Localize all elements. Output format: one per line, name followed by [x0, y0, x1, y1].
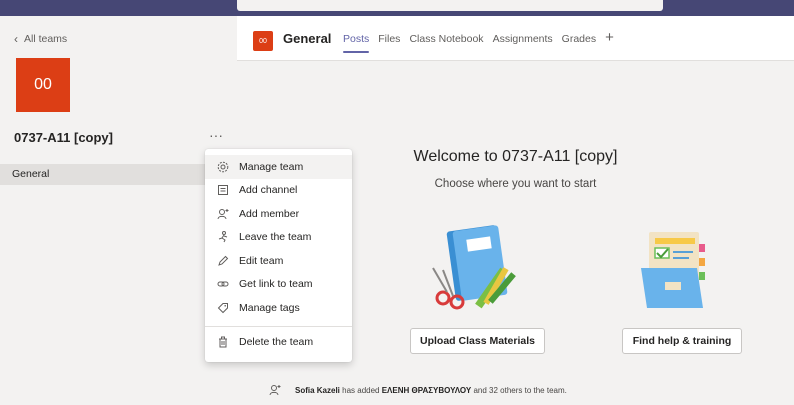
team-avatar-text: 00 — [34, 76, 52, 93]
menu-item-leave-team[interactable]: Leave the team — [205, 226, 352, 250]
all-teams-label: All teams — [24, 33, 68, 45]
find-help-training-button[interactable]: Find help & training — [622, 328, 742, 354]
tab-grades[interactable]: Grades — [562, 33, 596, 53]
tab-class-notebook[interactable]: Class Notebook — [409, 33, 483, 53]
channel-label: General — [12, 168, 50, 180]
top-bar — [0, 0, 794, 16]
channel-avatar: 00 — [253, 31, 273, 51]
add-tab-button[interactable]: + — [605, 29, 614, 53]
menu-item-edit-team[interactable]: Edit team — [205, 249, 352, 273]
search-box[interactable] — [237, 0, 663, 11]
menu-separator — [205, 325, 352, 327]
upload-class-materials-button[interactable]: Upload Class Materials — [410, 328, 545, 354]
menu-item-label: Add member — [239, 207, 300, 220]
team-options-menu: Manage team Add channel Add member Leave… — [205, 149, 352, 362]
activity-text-before: has added — [339, 385, 382, 395]
activity-text: Sofia Kazeli has added ΕΛΕΝΗ ΘΡΑΣΥΒΟΥΛΟΥ… — [295, 386, 567, 395]
menu-item-get-link[interactable]: Get link to team — [205, 273, 352, 297]
activity-user[interactable]: Sofia Kazeli — [295, 386, 340, 395]
menu-item-delete-team[interactable]: Delete the team — [205, 331, 352, 355]
menu-item-label: Leave the team — [239, 231, 312, 244]
channel-item-general[interactable]: General — [0, 164, 237, 185]
team-name: 0737-A11 [copy] — [14, 130, 113, 145]
help-training-illustration — [641, 232, 705, 308]
add-channel-icon — [217, 184, 229, 196]
chevron-left-icon: ‹ — [14, 32, 18, 46]
activity-message: Sofia Kazeli has added ΕΛΕΝΗ ΘΡΑΣΥΒΟΥΛΟΥ… — [269, 384, 567, 396]
channel-header: 00 General Posts Files Class Notebook As… — [237, 16, 794, 61]
tag-icon — [217, 302, 229, 314]
menu-item-label: Manage tags — [239, 301, 300, 314]
link-icon — [217, 278, 229, 290]
all-teams-link[interactable]: ‹ All teams — [14, 32, 67, 46]
add-member-icon — [269, 385, 281, 396]
menu-item-manage-tags[interactable]: Manage tags — [205, 296, 352, 320]
add-member-icon — [217, 208, 229, 220]
team-avatar: 00 — [16, 58, 70, 112]
activity-added-user[interactable]: ΕΛΕΝΗ ΘΡΑΣΥΒΟΥΛΟΥ — [382, 386, 472, 395]
class-materials-illustration — [432, 225, 516, 310]
tab-assignments[interactable]: Assignments — [493, 33, 553, 53]
more-options-button[interactable]: ··· — [209, 127, 223, 143]
menu-item-label: Get link to team — [239, 278, 313, 291]
menu-item-add-member[interactable]: Add member — [205, 202, 352, 226]
tab-posts[interactable]: Posts — [343, 33, 370, 53]
trash-icon — [217, 336, 229, 348]
menu-item-label: Edit team — [239, 254, 284, 267]
leave-icon — [217, 231, 229, 243]
menu-item-manage-team[interactable]: Manage team — [205, 155, 352, 179]
channel-avatar-text: 00 — [259, 37, 267, 45]
activity-text-after: and 32 others to the team. — [471, 385, 567, 395]
menu-item-add-channel[interactable]: Add channel — [205, 179, 352, 203]
team-sidebar: ‹ All teams 00 0737-A11 [copy] ··· Gener… — [0, 16, 237, 405]
menu-item-label: Delete the team — [239, 336, 314, 349]
menu-item-label: Add channel — [239, 184, 298, 197]
tab-bar: Posts Files Class Notebook Assignments G… — [343, 29, 614, 53]
tab-files[interactable]: Files — [378, 33, 400, 53]
pencil-icon — [217, 255, 229, 267]
menu-item-label: Manage team — [239, 160, 304, 173]
gear-icon — [217, 161, 229, 173]
channel-title: General — [283, 31, 332, 46]
